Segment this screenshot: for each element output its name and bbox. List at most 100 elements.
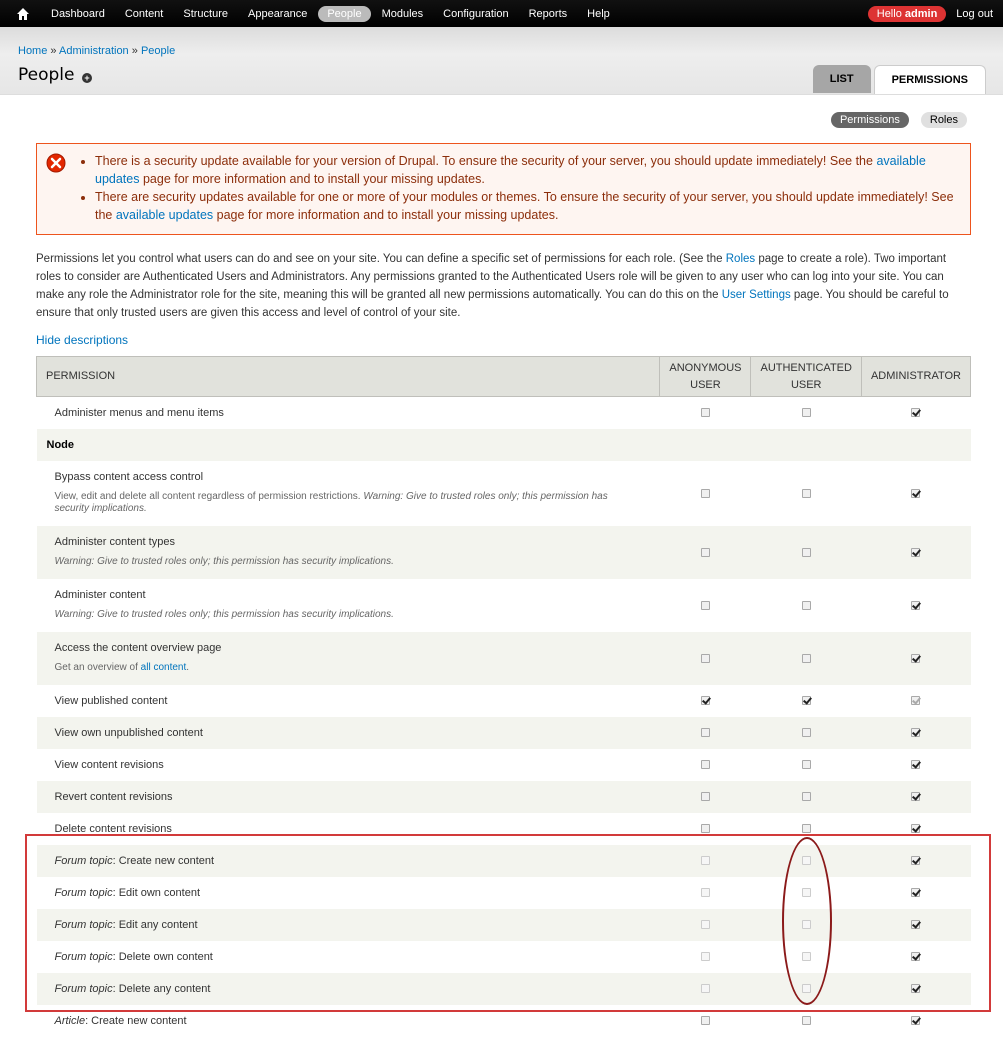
available-updates-link-2[interactable]: available updates [116, 208, 213, 222]
authenticated-checkbox[interactable] [801, 824, 811, 834]
home-icon[interactable] [16, 7, 30, 21]
primary-tabs: List Permissions [810, 65, 986, 94]
administrator-checkbox[interactable] [911, 984, 921, 994]
authenticated-checkbox[interactable] [801, 488, 811, 498]
permissions-help-text: Permissions let you control what users c… [36, 253, 949, 319]
logout-link[interactable]: Log out [956, 8, 993, 20]
anonymous-checkbox[interactable] [700, 824, 710, 834]
permission-title: View published content [54, 694, 168, 707]
administrator-checkbox[interactable] [911, 696, 921, 706]
permission-row: Forum topic: Edit any content [36, 908, 971, 941]
anonymous-checkbox[interactable] [700, 600, 710, 610]
authenticated-checkbox[interactable] [801, 952, 811, 962]
permissions-table: Permission Anonymous user Authenticated … [35, 356, 972, 1037]
user-settings-link[interactable]: User Settings [722, 289, 791, 301]
permission-description: View, edit and delete all content regard… [54, 491, 608, 514]
authenticated-checkbox[interactable] [801, 653, 811, 663]
toolbar-item-configuration[interactable]: Configuration [434, 6, 517, 22]
permission-title: Delete content revisions [54, 822, 172, 835]
permission-title: Administer content types [54, 536, 175, 548]
anonymous-checkbox[interactable] [700, 1016, 710, 1026]
permission-title: View content revisions [54, 758, 164, 771]
anonymous-checkbox[interactable] [700, 920, 710, 930]
anonymous-checkbox[interactable] [700, 888, 710, 898]
breadcrumb-people[interactable]: People [141, 45, 175, 57]
toolbar-item-content[interactable]: Content [116, 6, 173, 22]
permission-row: View own unpublished content [36, 716, 971, 749]
administrator-checkbox[interactable] [911, 408, 921, 418]
authenticated-checkbox[interactable] [801, 856, 811, 866]
permission-description: Get an overview of all content. [54, 662, 190, 673]
permission-row: Administer content Warning: Give to trust… [36, 578, 971, 632]
authenticated-checkbox[interactable] [801, 792, 811, 802]
toolbar-item-dashboard[interactable]: Dashboard [42, 6, 114, 22]
authenticated-checkbox[interactable] [801, 920, 811, 930]
hide-descriptions-link[interactable]: Hide descriptions [36, 333, 128, 347]
all-content-link[interactable]: all content [141, 662, 187, 673]
permission-title: Bypass content access control [54, 471, 204, 483]
anonymous-checkbox[interactable] [700, 696, 710, 706]
permission-title: Forum topic: Edit own content [54, 886, 201, 899]
page-title: People [18, 65, 75, 85]
authenticated-checkbox[interactable] [801, 760, 811, 770]
administrator-checkbox[interactable] [911, 488, 921, 498]
authenticated-checkbox[interactable] [801, 888, 811, 898]
authenticated-checkbox[interactable] [801, 696, 811, 706]
roles-link[interactable]: Roles [726, 253, 755, 265]
permission-title: View own unpublished content [54, 726, 203, 739]
administrator-checkbox[interactable] [911, 888, 921, 898]
header-permission: Permission [35, 356, 661, 397]
administrator-checkbox[interactable] [911, 547, 921, 557]
anonymous-checkbox[interactable] [700, 792, 710, 802]
authenticated-checkbox[interactable] [801, 408, 811, 418]
add-shortcut-icon[interactable]: + [82, 73, 92, 83]
anonymous-checkbox[interactable] [700, 408, 710, 418]
toolbar-item-appearance[interactable]: Appearance [239, 6, 316, 22]
administrator-checkbox[interactable] [911, 653, 921, 663]
authenticated-checkbox[interactable] [801, 1016, 811, 1026]
authenticated-checkbox[interactable] [801, 984, 811, 994]
permission-row: Article: Create new content [36, 1004, 971, 1037]
authenticated-checkbox[interactable] [801, 547, 811, 557]
anonymous-checkbox[interactable] [700, 728, 710, 738]
administrator-checkbox[interactable] [911, 952, 921, 962]
authenticated-checkbox[interactable] [801, 600, 811, 610]
subtab-permissions[interactable]: Permissions [830, 112, 909, 128]
administrator-checkbox[interactable] [911, 824, 921, 834]
toolbar-item-reports[interactable]: Reports [520, 6, 577, 22]
page-header: Home » Administration » People People + … [0, 27, 1003, 95]
administrator-checkbox[interactable] [911, 856, 921, 866]
toolbar-item-modules[interactable]: Modules [373, 6, 433, 22]
administrator-checkbox[interactable] [911, 760, 921, 770]
toolbar-item-people[interactable]: People [318, 5, 371, 22]
authenticated-checkbox[interactable] [801, 728, 811, 738]
administrator-checkbox[interactable] [911, 792, 921, 802]
administrator-checkbox[interactable] [911, 920, 921, 930]
hello-user-badge[interactable]: Hello admin [867, 5, 947, 22]
permission-row: Forum topic: Create new content [36, 844, 971, 877]
anonymous-checkbox[interactable] [700, 952, 710, 962]
anonymous-checkbox[interactable] [700, 856, 710, 866]
administrator-checkbox[interactable] [911, 1016, 921, 1026]
permission-row: Bypass content access control View, edit … [36, 460, 971, 526]
breadcrumb-home[interactable]: Home [18, 45, 47, 57]
permission-description: Warning: Give to trusted roles only; thi… [54, 609, 394, 620]
anonymous-checkbox[interactable] [700, 760, 710, 770]
tab-list[interactable]: List [812, 65, 871, 93]
toolbar-item-help[interactable]: Help [578, 6, 619, 22]
permission-row: Forum topic: Edit own content [36, 876, 971, 909]
error-message-2: There are security updates available for… [95, 188, 958, 224]
anonymous-checkbox[interactable] [700, 488, 710, 498]
anonymous-checkbox[interactable] [700, 984, 710, 994]
breadcrumb-administration[interactable]: Administration [59, 45, 129, 57]
error-icon [46, 153, 66, 173]
admin-toolbar: Dashboard Content Structure Appearance Peopl… [0, 0, 1003, 27]
toolbar-item-structure[interactable]: Structure [174, 6, 237, 22]
anonymous-checkbox[interactable] [700, 547, 710, 557]
administrator-checkbox[interactable] [911, 600, 921, 610]
administrator-checkbox[interactable] [911, 728, 921, 738]
anonymous-checkbox[interactable] [700, 653, 710, 663]
tab-permissions[interactable]: Permissions [873, 65, 986, 94]
subtab-roles[interactable]: Roles [920, 112, 967, 128]
error-messages: There is a security update available for… [36, 143, 971, 235]
